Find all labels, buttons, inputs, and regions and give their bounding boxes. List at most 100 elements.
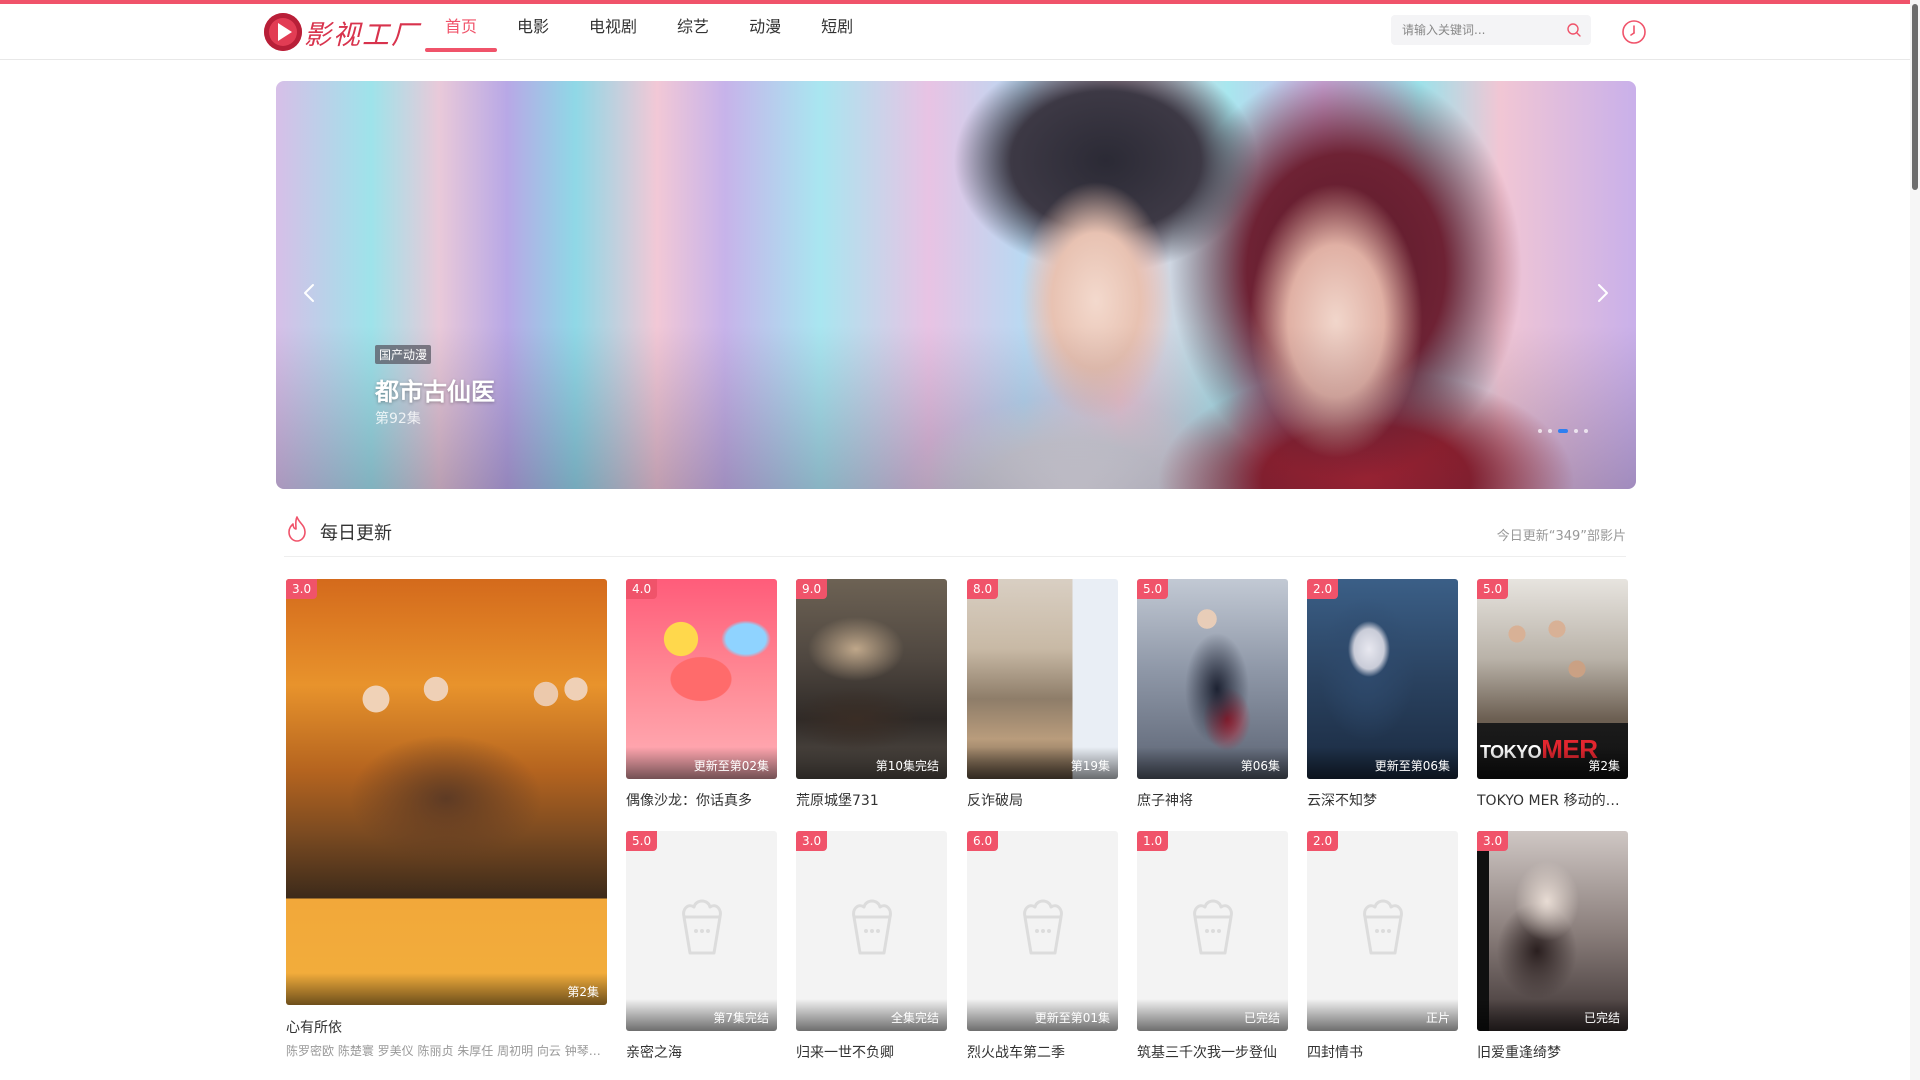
nav-item-movies[interactable]: 电影	[497, 4, 569, 60]
movie-card[interactable]: 5.0 第06集 庶子神将	[1137, 579, 1288, 811]
movie-card[interactable]: 2.0 更新至第06集 云深不知梦	[1307, 579, 1458, 811]
poster-image[interactable]: 5.0 第7集完结	[626, 831, 777, 1031]
movie-card[interactable]: 4.0 更新至第02集 偶像沙龙：你话真多	[626, 579, 777, 811]
banner-category-tag: 国产动漫	[375, 345, 432, 364]
score-badge: 2.0	[1307, 579, 1339, 599]
score-badge: 3.0	[286, 579, 318, 599]
search-icon[interactable]	[1566, 22, 1582, 38]
card-title[interactable]: 庶子神将	[1137, 790, 1288, 810]
section-title: 每日更新	[320, 523, 392, 544]
banner-dot[interactable]	[1584, 429, 1588, 433]
card-title[interactable]: TOKYO MER 移动的急救室	[1477, 790, 1628, 810]
card-title[interactable]: 亲密之海	[626, 1042, 777, 1062]
poster-image[interactable]: 1.0 已完结	[1137, 831, 1288, 1031]
card-title[interactable]: 筑基三千次我一步登仙	[1137, 1042, 1288, 1062]
chevron-right-icon[interactable]	[1590, 281, 1614, 305]
movie-card[interactable]: 5.0 第7集完结 亲密之海	[626, 831, 777, 1063]
score-badge: 5.0	[1477, 579, 1509, 599]
movie-card[interactable]: 5.0 TOKYOMER 第2集 TOKYO MER 移动的急救室	[1477, 579, 1628, 811]
banner-dot[interactable]	[1548, 429, 1552, 433]
score-badge: 4.0	[626, 579, 658, 599]
logo-play-icon	[264, 13, 302, 51]
page-scrollbar[interactable]	[1910, 0, 1920, 1080]
nav-item-home[interactable]: 首页	[425, 4, 498, 60]
score-badge: 3.0	[796, 831, 828, 851]
card-actors: 陈罗密欧 陈楚寰 罗美仪 陈丽贞 朱厚任 周初明 向云 钟琴 ...	[286, 1044, 602, 1058]
nav-item-shorts[interactable]: 短剧	[801, 4, 873, 60]
movie-card[interactable]: 9.0 第10集完结 荒原城堡731	[796, 579, 947, 811]
movie-card[interactable]: 3.0 全集完结 归来一世不负卿	[796, 831, 947, 1063]
score-badge: 5.0	[1137, 579, 1169, 599]
episode-label: 第7集完结	[626, 999, 777, 1031]
episode-label: 第2集	[286, 973, 607, 1005]
card-title[interactable]: 归来一世不负卿	[796, 1042, 947, 1062]
poster-image[interactable]: 4.0 更新至第02集	[626, 579, 777, 779]
poster-image[interactable]: 3.0 全集完结	[796, 831, 947, 1031]
logo-text: 影视工厂	[304, 19, 420, 51]
hero-banner[interactable]: 国产动漫 都市古仙医 第92集	[276, 81, 1636, 489]
score-badge: 1.0	[1137, 831, 1169, 851]
header: 影视工厂 首页 电影 电视剧 综艺 动漫 短剧	[0, 4, 1920, 60]
movie-card[interactable]: 6.0 更新至第01集 烈火战车第二季	[967, 831, 1118, 1063]
popcorn-placeholder-icon	[1192, 899, 1233, 955]
daily-update-header: 每日更新 今日更新“349”部影片	[284, 515, 1626, 557]
site-logo[interactable]: 影视工厂	[264, 12, 420, 52]
nav-item-tv[interactable]: 电视剧	[569, 4, 657, 60]
card-title[interactable]: 荒原城堡731	[796, 790, 947, 810]
poster-image[interactable]: 2.0 正片	[1307, 831, 1458, 1031]
episode-label: 已完结	[1137, 999, 1288, 1031]
episode-label: 更新至第02集	[626, 747, 777, 779]
movie-card[interactable]: 1.0 已完结 筑基三千次我一步登仙	[1137, 831, 1288, 1063]
popcorn-placeholder-icon	[1362, 899, 1403, 955]
movie-card[interactable]: 2.0 正片 四封情书	[1307, 831, 1458, 1063]
popcorn-placeholder-icon	[851, 899, 892, 955]
search-input[interactable]	[1391, 15, 1551, 45]
poster-image[interactable]: 9.0 第10集完结	[796, 579, 947, 779]
nav-item-anime[interactable]: 动漫	[729, 4, 801, 60]
poster-image[interactable]: 6.0 更新至第01集	[967, 831, 1118, 1031]
score-badge: 5.0	[626, 831, 658, 851]
banner-overlay	[276, 81, 1636, 489]
section-update-count: 今日更新“349”部影片	[1496, 529, 1626, 544]
poster-image[interactable]: 3.0 第2集	[286, 579, 607, 1005]
nav-item-variety[interactable]: 综艺	[657, 4, 729, 60]
score-badge: 9.0	[796, 579, 828, 599]
episode-label: 更新至第01集	[967, 999, 1118, 1031]
card-title[interactable]: 烈火战车第二季	[967, 1042, 1118, 1062]
card-title[interactable]: 心有所依	[286, 1017, 607, 1037]
poster-image[interactable]: 5.0 TOKYOMER 第2集	[1477, 579, 1628, 779]
scrollbar-thumb[interactable]	[1912, 4, 1918, 190]
banner-dot[interactable]	[1574, 429, 1578, 433]
clock-icon[interactable]	[1621, 19, 1647, 45]
episode-label: 已完结	[1477, 999, 1628, 1031]
score-badge: 6.0	[967, 831, 999, 851]
episode-label: 更新至第06集	[1307, 747, 1458, 779]
poster-image[interactable]: 5.0 第06集	[1137, 579, 1288, 779]
poster-image[interactable]: 3.0 已完结	[1477, 831, 1628, 1031]
episode-label: 第10集完结	[796, 747, 947, 779]
featured-card[interactable]: 3.0 第2集 心有所依 陈罗密欧 陈楚寰 罗美仪 陈丽贞 朱厚任 周初明 向云…	[286, 579, 607, 1061]
score-badge: 2.0	[1307, 831, 1339, 851]
card-title[interactable]: 旧爱重逢绮梦	[1477, 1042, 1628, 1062]
banner-dot-active[interactable]	[1558, 429, 1568, 433]
search-box	[1391, 15, 1591, 45]
card-title[interactable]: 四封情书	[1307, 1042, 1458, 1062]
movie-card[interactable]: 3.0 已完结 旧爱重逢绮梦	[1477, 831, 1628, 1063]
poster-image[interactable]: 8.0 第19集	[967, 579, 1118, 779]
episode-label: 第06集	[1137, 747, 1288, 779]
banner-title[interactable]: 都市古仙医	[375, 372, 495, 407]
banner-pagination	[1538, 429, 1588, 433]
episode-label: 正片	[1307, 999, 1458, 1031]
episode-label: 全集完结	[796, 999, 947, 1031]
score-badge: 8.0	[967, 579, 999, 599]
main-nav: 首页 电影 电视剧 综艺 动漫 短剧	[425, 4, 873, 60]
episode-label: 第19集	[967, 747, 1118, 779]
card-title[interactable]: 反诈破局	[967, 790, 1118, 810]
card-title[interactable]: 偶像沙龙：你话真多	[626, 790, 777, 810]
poster-image[interactable]: 2.0 更新至第06集	[1307, 579, 1458, 779]
card-title[interactable]: 云深不知梦	[1307, 790, 1458, 810]
popcorn-placeholder-icon	[681, 899, 722, 955]
chevron-left-icon[interactable]	[298, 281, 322, 305]
banner-dot[interactable]	[1538, 429, 1542, 433]
movie-card[interactable]: 8.0 第19集 反诈破局	[967, 579, 1118, 811]
